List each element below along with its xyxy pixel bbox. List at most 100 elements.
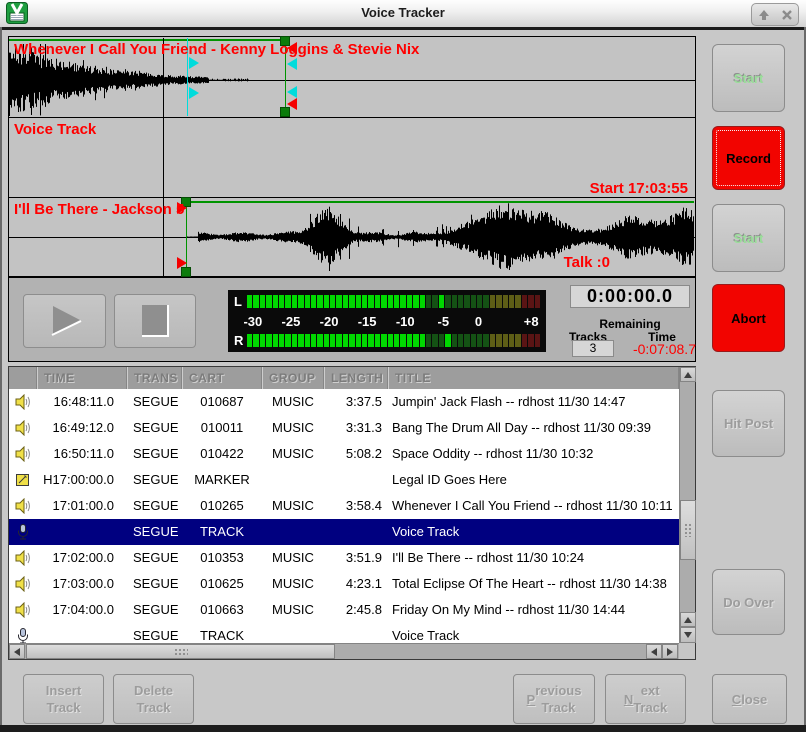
talk-start-handle-icon[interactable] [189,57,199,69]
cell-cart: 010687 [182,389,262,415]
vu-segment [452,334,457,347]
vu-segment [413,295,418,308]
remaining-label: Remaining [565,317,695,331]
scroll-left-button2[interactable] [646,644,662,659]
vu-segment [394,334,399,347]
cell-length [324,623,388,643]
up-arrow-icon [684,372,692,378]
column-header-group[interactable]: GROUP [262,367,324,389]
scroll-left-button[interactable] [9,644,25,659]
do-over-button[interactable]: Do Over [712,569,785,635]
vu-segment [349,334,354,347]
title-bar[interactable]: Voice Tracker [0,0,806,30]
cell-trans: SEGUE [127,389,182,415]
vu-scale-label: -15 [358,314,377,329]
table-row[interactable]: 17:03:00.0SEGUE010625MUSIC4:23.1Total Ec… [9,571,679,597]
column-header-title[interactable]: TITLE [388,367,679,389]
remaining-time-value: -0:07:08.7 [612,341,696,357]
vu-segment [458,334,463,347]
cell-title: Voice Track [388,519,679,545]
cell-time: H17:00:00.0 [37,467,127,493]
speaker-icon [9,415,37,441]
start-top-button[interactable]: Start [712,44,785,112]
vu-segment [503,295,508,308]
vu-right-channel: R [234,334,540,347]
column-header-time[interactable]: TIME [37,367,127,389]
horizontal-scrollbar[interactable] [9,643,679,659]
table-row[interactable]: H17:00:00.0SEGUEMARKERLegal ID Goes Here [9,467,679,493]
delete-track-button[interactable]: DeleteTrack [113,674,194,724]
vu-segment [253,334,258,347]
window-controls [751,3,799,26]
table-row[interactable]: 17:04:00.0SEGUE010663MUSIC2:45.8Friday O… [9,597,679,623]
scroll-right-button[interactable] [662,644,678,659]
table-row[interactable]: 16:48:11.0SEGUE010687MUSIC3:37.5Jumpin' … [9,389,679,415]
vu-segment [349,295,354,308]
abort-button[interactable]: Abort [712,284,785,352]
cell-trans: SEGUE [127,441,182,467]
vu-segment [292,295,297,308]
scroll-up-button2[interactable] [680,612,696,627]
cell-group: MUSIC [262,597,324,623]
left-channel-label: L [234,295,247,308]
previous-track-button[interactable]: PreviousTrack [513,674,595,724]
vertical-scrollbar[interactable] [679,367,695,643]
talk-end-handle-icon[interactable] [287,58,297,70]
vu-segment [464,334,469,347]
up-arrow-icon [757,8,771,22]
stop-button[interactable] [114,294,196,348]
vu-segment [509,334,514,347]
scroll-down-button[interactable] [680,627,696,643]
vu-segment [279,295,284,308]
table-row[interactable]: 16:50:11.0SEGUE010422MUSIC5:08.2Space Od… [9,441,679,467]
vu-segment [247,295,252,308]
vu-segment [426,295,431,308]
track2-start-time: Start 17:03:55 [360,180,688,197]
cell-group: MUSIC [262,571,324,597]
vu-segment [439,334,444,347]
column-header-cart[interactable]: CART [182,367,262,389]
talk-end-handle-icon[interactable] [287,86,297,98]
vu-segment [305,334,310,347]
close-button[interactable]: Close [712,674,787,724]
vu-segment [260,295,265,308]
record-button[interactable]: Record [712,126,785,190]
cell-cart: 010663 [182,597,262,623]
start-handle-icon[interactable] [177,257,187,269]
next-track-button[interactable]: NextTrack [605,674,686,724]
column-header-trans[interactable]: TRANS [127,367,182,389]
play-button[interactable] [23,294,106,348]
cell-trans: SEGUE [127,597,182,623]
table-row[interactable]: 17:01:00.0SEGUE010265MUSIC3:58.4Whenever… [9,493,679,519]
table-row[interactable]: SEGUETRACKVoice Track [9,519,679,545]
vu-segment [381,295,386,308]
hit-post-button[interactable]: Hit Post [712,390,785,457]
insert-track-button[interactable]: InsertTrack [23,674,104,724]
table-row[interactable]: SEGUETRACKVoice Track [9,623,679,643]
scroll-up-button[interactable] [680,367,696,382]
talk-start-handle-icon[interactable] [189,87,199,99]
horizontal-scroll-thumb[interactable] [26,644,335,659]
table-row[interactable]: 16:49:12.0SEGUE010011MUSIC3:31.3Bang The… [9,415,679,441]
shade-button[interactable] [752,4,775,25]
close-icon [781,9,793,21]
cell-group: MUSIC [262,441,324,467]
window-frame-bottom [0,725,806,732]
cell-title: Legal ID Goes Here [388,467,679,493]
vertical-scroll-thumb[interactable] [680,500,696,560]
waveform-track3 [186,201,696,273]
vu-segment [292,334,297,347]
close-button[interactable] [775,4,798,25]
column-header-length[interactable]: LENGTH [324,367,388,389]
column-header-icon[interactable] [9,367,37,389]
start-bottom-button[interactable]: Start [712,204,785,272]
cell-group: MUSIC [262,415,324,441]
right-channel-segments [247,334,540,347]
fade-handle-icon[interactable] [287,98,297,110]
table-row[interactable]: 17:02:00.0SEGUE010353MUSIC3:51.9I'll Be … [9,545,679,571]
speaker-icon [9,571,37,597]
cell-cart: 010265 [182,493,262,519]
playlist-header: TIMETRANSCARTGROUPLENGTHTITLE [9,367,679,389]
vu-segment [253,295,258,308]
vu-segment [420,295,425,308]
